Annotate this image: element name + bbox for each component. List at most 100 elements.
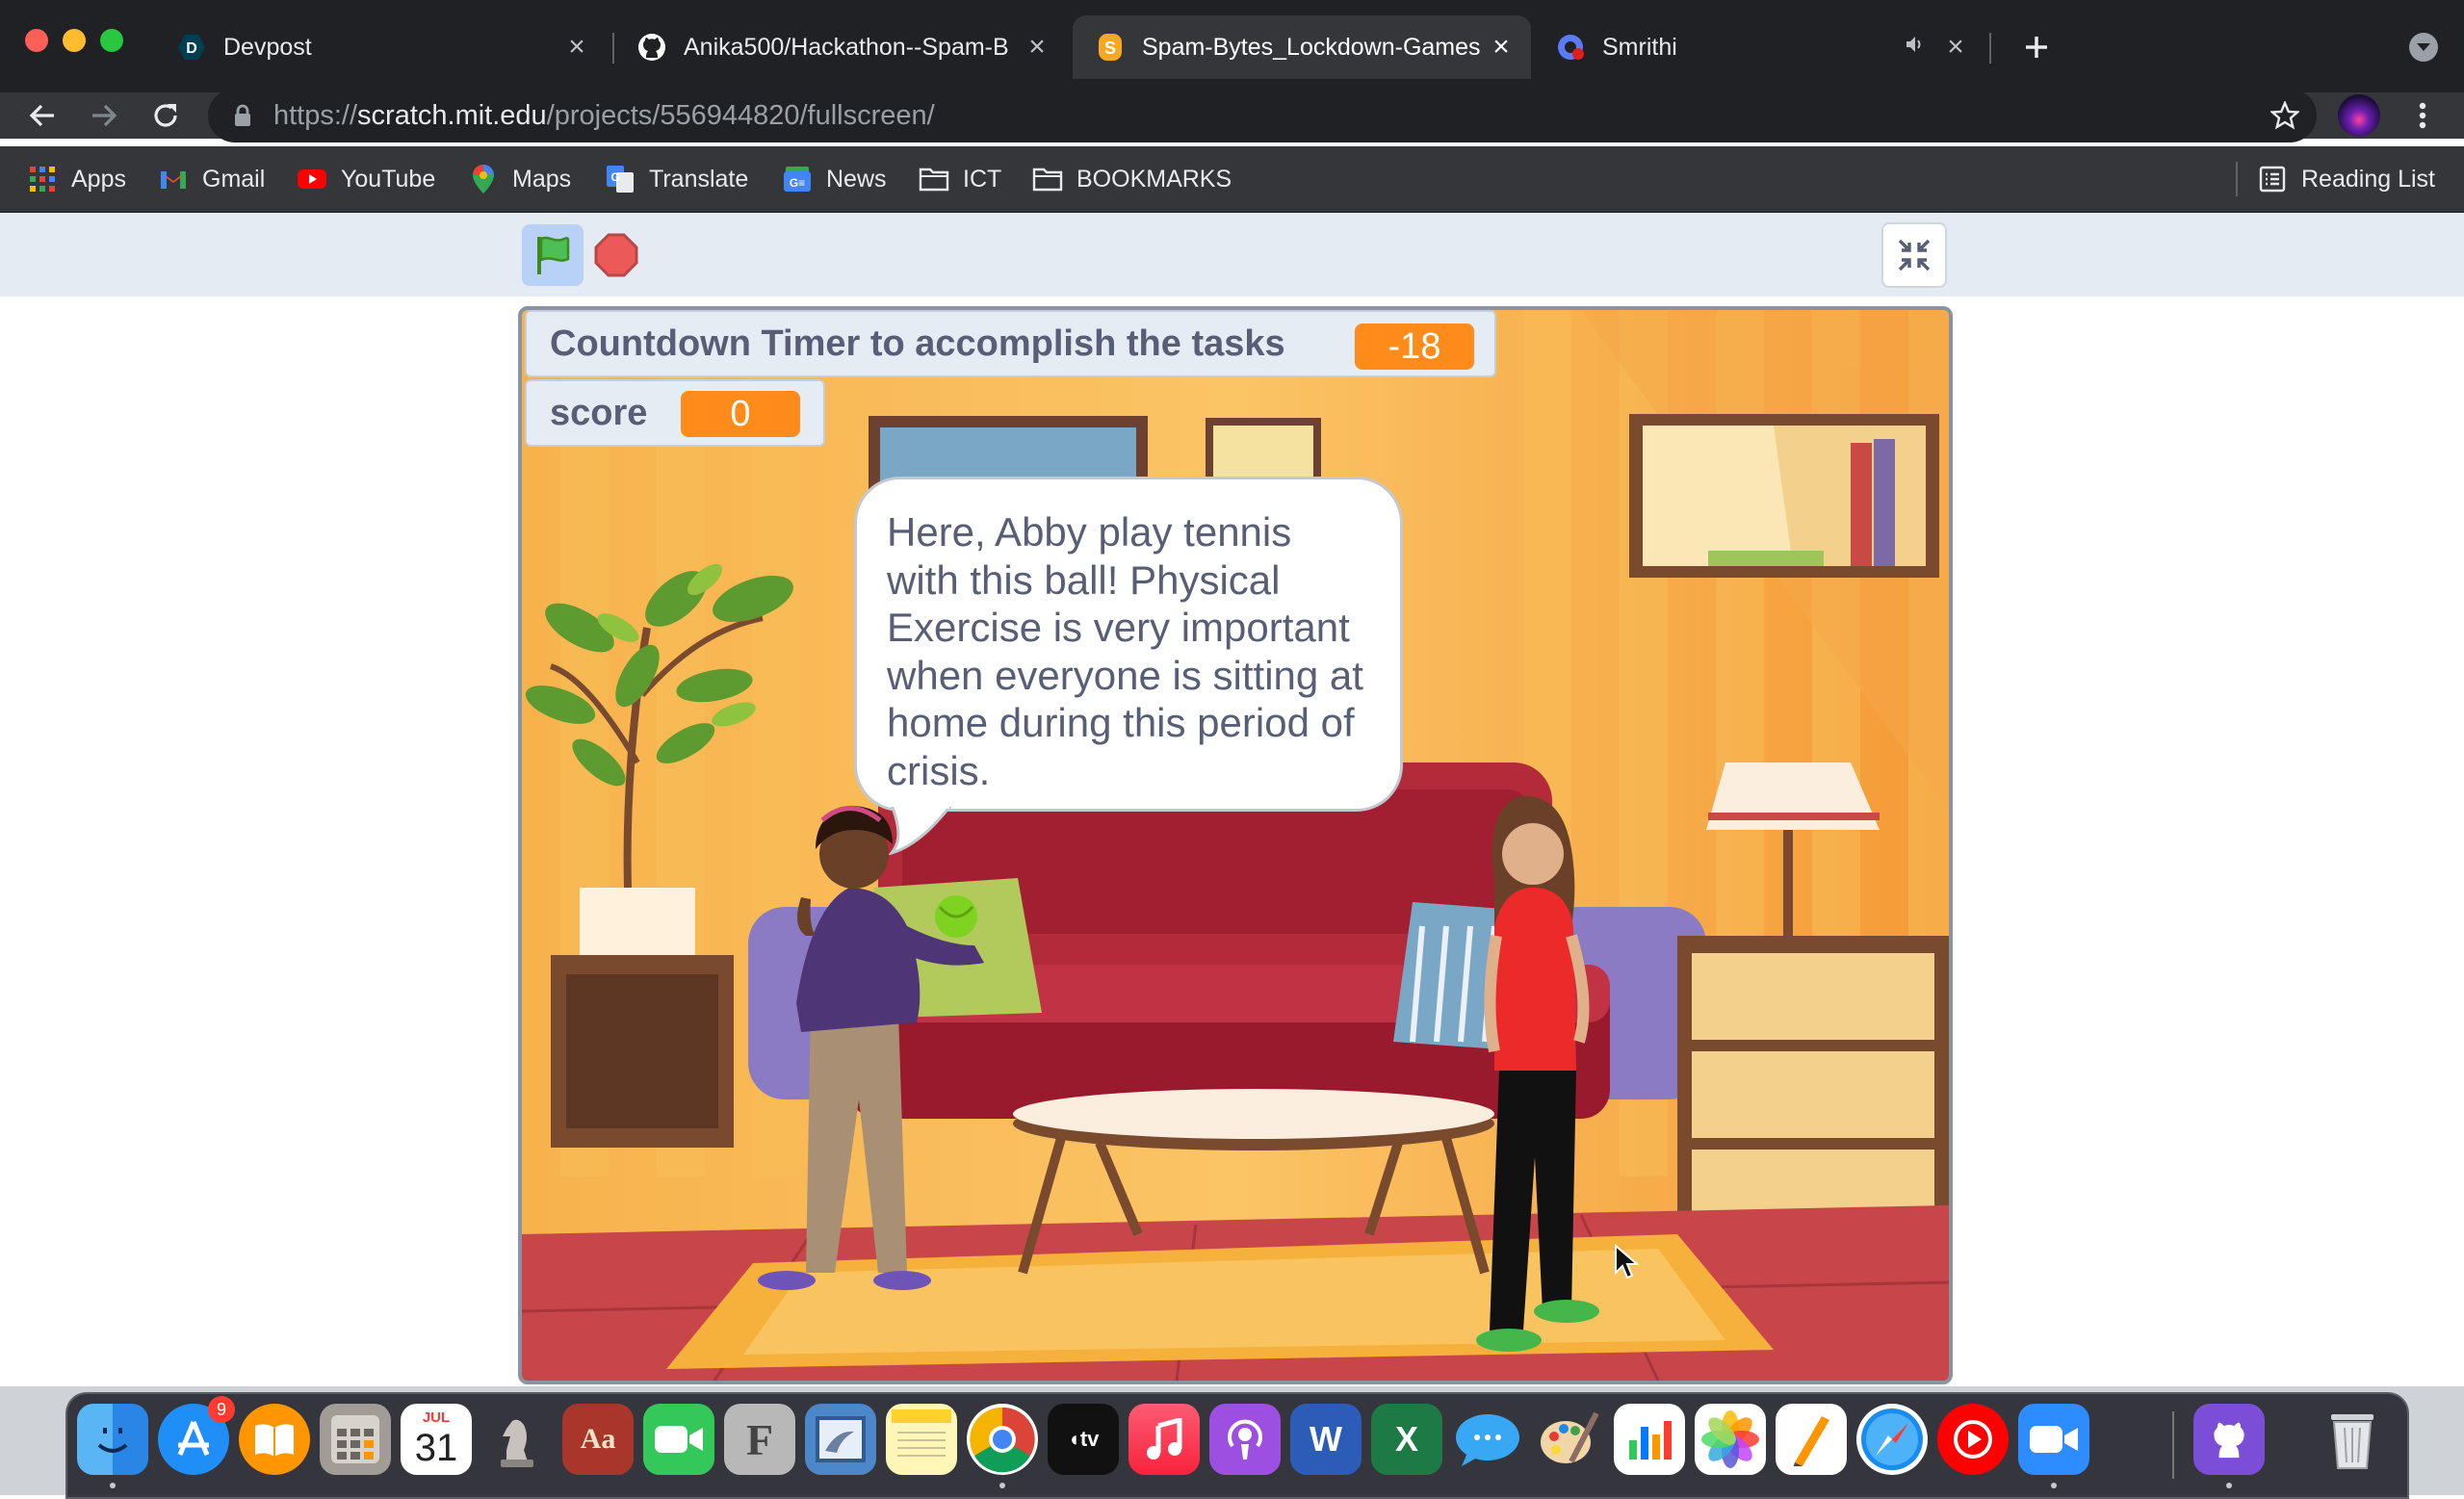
reload-button[interactable] xyxy=(143,92,189,139)
back-button[interactable] xyxy=(19,92,65,139)
font-book-label: F xyxy=(745,1414,774,1464)
podcasts-icon[interactable] xyxy=(1209,1404,1281,1475)
github-desktop-icon[interactable] xyxy=(2193,1404,2265,1475)
close-tab-icon[interactable]: × xyxy=(1939,31,1972,64)
collapse-icon xyxy=(1898,239,1931,271)
tab-title: Smrithi xyxy=(1602,33,1677,61)
bookmark-youtube[interactable]: YouTube xyxy=(297,160,435,198)
badge-count: 9 xyxy=(216,1399,226,1419)
svg-text:D: D xyxy=(186,40,197,57)
calculator-icon[interactable] xyxy=(320,1404,391,1475)
safari-icon[interactable] xyxy=(1856,1404,1928,1475)
bookmark-gmail[interactable]: Gmail xyxy=(158,160,265,198)
scratch-stage[interactable]: Countdown Timer to accomplish the tasks … xyxy=(518,306,1953,1384)
tab-title: Devpost xyxy=(223,33,312,61)
bookmark-translate[interactable]: G Translate xyxy=(605,160,748,198)
speech-bubble: Here, Abby play tennis with this ball! P… xyxy=(854,477,1403,855)
url-path: /projects/556944820/fullscreen/ xyxy=(546,100,935,131)
svg-text:S: S xyxy=(1104,39,1116,58)
tab-scratch-active[interactable]: S Spam-Bytes_Lockdown-Games × xyxy=(1073,15,1531,79)
webex-icon xyxy=(1556,33,1585,62)
pages-icon[interactable] xyxy=(1776,1404,1847,1475)
reading-list-icon xyxy=(2257,164,2288,194)
new-tab-button[interactable] xyxy=(2014,25,2059,69)
mouse-cursor-icon xyxy=(1615,1244,1639,1279)
zoom-window-button[interactable] xyxy=(100,29,123,52)
macos-dock: 9 JUL 31 Aa F ◖tv W X xyxy=(65,1392,2409,1499)
chrome-icon[interactable] xyxy=(967,1404,1038,1475)
apple-tv-icon[interactable]: ◖tv xyxy=(1048,1404,1119,1475)
living-room-backdrop xyxy=(522,310,1949,1381)
running-indicator xyxy=(2051,1483,2057,1488)
translate-icon: G xyxy=(605,164,635,194)
chess-icon[interactable] xyxy=(481,1404,553,1475)
finder-icon[interactable] xyxy=(77,1404,148,1475)
url-domain: scratch.mit.edu xyxy=(357,100,547,131)
tab-github[interactable]: Anika500/Hackathon--Spam-B × xyxy=(614,15,1067,79)
excel-icon[interactable]: X xyxy=(1371,1404,1442,1475)
minimize-window-button[interactable] xyxy=(63,29,86,52)
word-icon[interactable]: W xyxy=(1290,1404,1362,1475)
stop-button[interactable] xyxy=(593,232,639,278)
close-tab-icon[interactable]: × xyxy=(1021,31,1053,64)
calendar-icon[interactable]: JUL 31 xyxy=(401,1404,472,1475)
music-icon[interactable] xyxy=(1128,1404,1200,1475)
tab-smrithi[interactable]: Smrithi × xyxy=(1533,15,1985,79)
speech-bubble-tail xyxy=(888,807,952,855)
reading-list-label: Reading List xyxy=(2301,165,2435,193)
font-book-icon[interactable]: F xyxy=(724,1404,795,1475)
trash-icon[interactable] xyxy=(2317,1404,2388,1475)
bookmark-apps[interactable]: Apps xyxy=(27,160,126,198)
green-flag-icon xyxy=(537,236,570,274)
youtube-icon xyxy=(297,164,327,194)
close-tab-icon[interactable]: × xyxy=(1485,31,1517,64)
tab-search-button[interactable] xyxy=(2409,33,2438,62)
address-bar[interactable]: https://scratch.mit.edu/projects/5569448… xyxy=(208,89,2317,142)
dictionary-icon[interactable]: Aa xyxy=(562,1404,634,1475)
bookmark-news[interactable]: G≡ News xyxy=(782,160,887,198)
facetime-icon[interactable] xyxy=(643,1404,714,1475)
paintbrush-icon[interactable] xyxy=(1533,1404,1604,1475)
timer-value: -18 xyxy=(1355,323,1474,370)
browser-menu-button[interactable] xyxy=(2399,92,2446,139)
bookmark-star-icon[interactable] xyxy=(2270,101,2299,130)
score-monitor: score 0 xyxy=(525,379,825,447)
score-label: score xyxy=(550,392,648,433)
speaker-icon[interactable] xyxy=(1905,34,1933,62)
browser-toolbar: https://scratch.mit.edu/projects/5569448… xyxy=(0,89,2464,142)
reload-icon xyxy=(154,104,177,127)
lock-icon[interactable] xyxy=(233,104,252,127)
profile-avatar[interactable] xyxy=(2338,94,2380,137)
notes-icon[interactable] xyxy=(886,1404,957,1475)
bookmark-folder-ict[interactable]: ICT xyxy=(919,160,1001,198)
bookmark-label: Gmail xyxy=(202,165,266,193)
close-tab-icon[interactable]: × xyxy=(560,31,593,64)
bookmarks-bar: Apps Gmail YouTube Maps G Translate G≡ N… xyxy=(0,146,2464,213)
url-text[interactable]: https://scratch.mit.edu/projects/5569448… xyxy=(273,100,935,132)
messages-icon[interactable] xyxy=(1452,1404,1523,1475)
reading-list-button[interactable]: Reading List xyxy=(2257,160,2435,198)
arrow-right-icon xyxy=(92,104,117,127)
bookmark-label: Translate xyxy=(649,165,749,193)
green-flag-button[interactable] xyxy=(522,224,584,286)
books-icon[interactable] xyxy=(239,1404,310,1475)
plus-icon xyxy=(2026,37,2047,58)
exit-fullscreen-button[interactable] xyxy=(1881,222,1947,288)
excel-label: X xyxy=(1394,1419,1418,1459)
forward-button[interactable] xyxy=(81,92,127,139)
preview-icon[interactable] xyxy=(805,1404,876,1475)
bookmark-folder-bookmarks[interactable]: BOOKMARKS xyxy=(1032,160,1232,198)
photos-icon[interactable] xyxy=(1695,1404,1766,1475)
numbers-icon[interactable] xyxy=(1614,1404,1685,1475)
youtube-music-icon[interactable] xyxy=(1937,1404,2009,1475)
tab-devpost[interactable]: D Devpost × xyxy=(154,15,607,79)
zoom-icon[interactable] xyxy=(2018,1404,2089,1475)
svg-text:G≡: G≡ xyxy=(790,176,805,190)
folder-icon xyxy=(1032,164,1063,194)
app-store-badge: 9 xyxy=(208,1396,235,1423)
bookmark-label: BOOKMARKS xyxy=(1076,165,1232,193)
close-window-button[interactable] xyxy=(25,29,48,52)
speech-bubble-text: Here, Abby play tennis with this ball! P… xyxy=(887,509,1363,793)
apps-grid-icon xyxy=(27,164,58,194)
bookmark-maps[interactable]: Maps xyxy=(468,160,571,198)
